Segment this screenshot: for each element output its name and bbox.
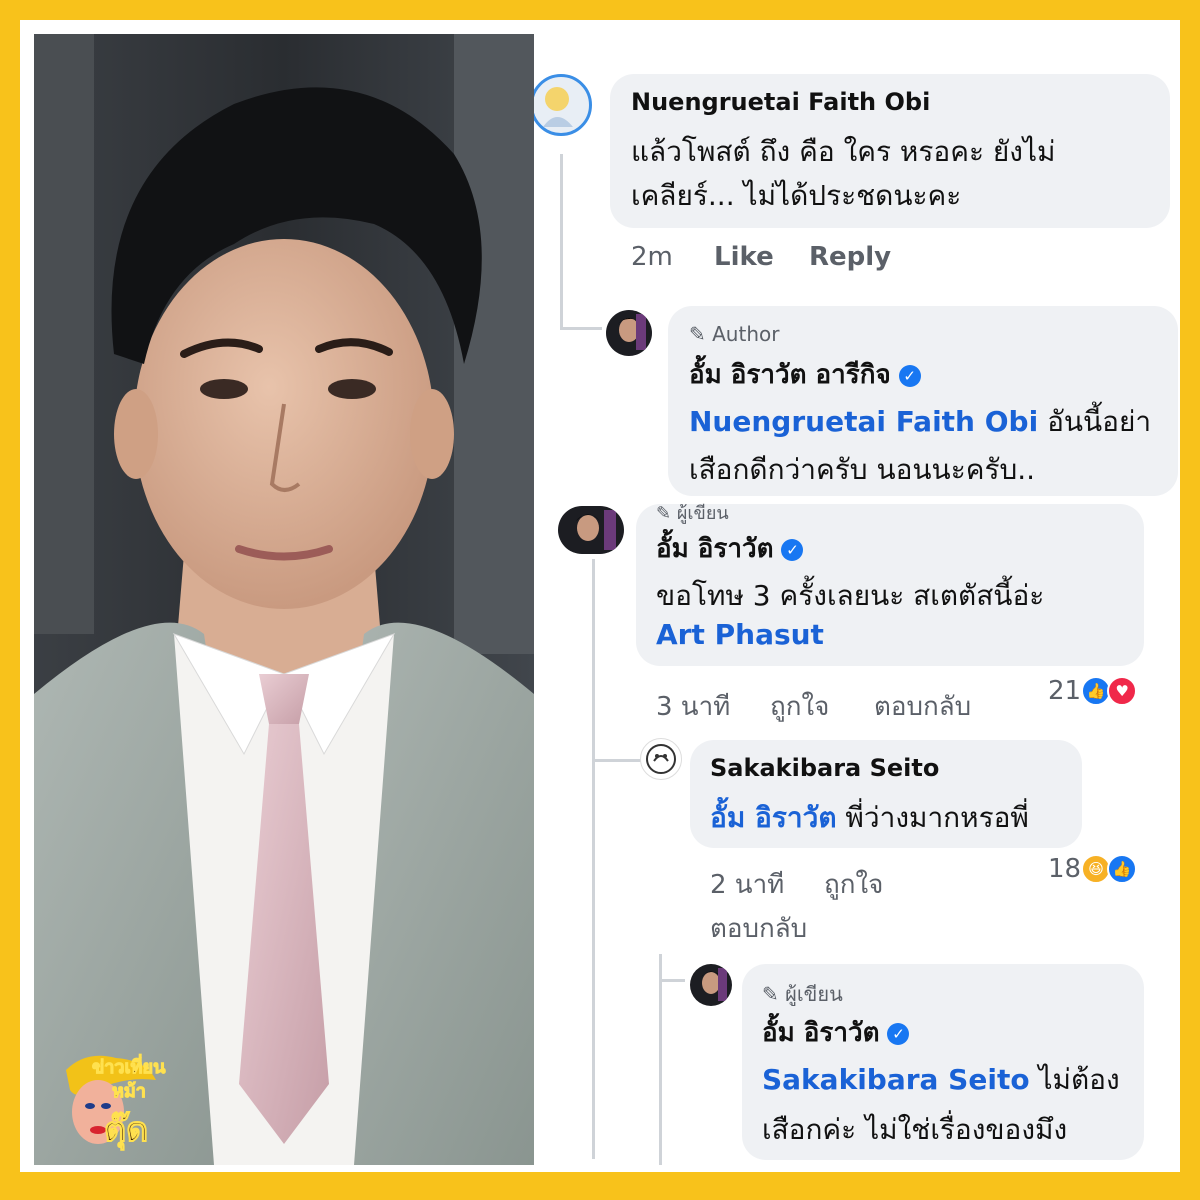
comment-author-name[interactable]: อั้ม อิราวัต อารีกิจ ✓: [689, 354, 921, 395]
author-name-text: อั้ม อิราวัต: [762, 1018, 880, 1048]
author-name-text: อั้ม อิราวัต: [656, 534, 774, 564]
like-reaction-icon: 👍: [1107, 854, 1138, 884]
comment-text: Nuengruetai Faith Obi อันนี้อย่า: [689, 400, 1151, 444]
avatar[interactable]: [640, 738, 682, 780]
thread-line: [560, 154, 563, 329]
reply-button[interactable]: ตอบกลับ: [710, 908, 807, 949]
logo-text-3: ตุ๊ด: [103, 1110, 149, 1151]
avatar[interactable]: [690, 964, 732, 1006]
comment-time[interactable]: 2 นาที: [710, 864, 784, 905]
mention-link[interactable]: Art Phasut: [656, 618, 824, 651]
comment-text-part: ไม่ต้อง: [1029, 1063, 1120, 1096]
comment-text: แล้วโพสต์ ถึง คือ ใคร หรอคะ ยังไม่: [631, 135, 1056, 168]
avatar[interactable]: [558, 506, 624, 554]
comment-author-name[interactable]: อั้ม อิราวัต ✓: [656, 528, 804, 569]
avatar[interactable]: [534, 74, 592, 136]
verified-badge-icon: ✓: [781, 538, 804, 561]
brand-logo: ข่าวเที่ยน หม้า ตุ๊ด: [56, 1050, 174, 1160]
author-badge: ✎ ผู้เขียน: [656, 498, 729, 527]
comment-text-part: อันนี้อย่า: [1038, 405, 1152, 438]
pencil-icon: ✎: [762, 982, 779, 1006]
comment-text: เสือกค่ะ ไม่ใช่เรื่องของมึง: [762, 1113, 1068, 1146]
pencil-icon: ✎: [656, 503, 672, 524]
reaction-count: 21: [1048, 676, 1082, 706]
reply-button[interactable]: Reply: [809, 242, 891, 272]
thread-line: [560, 327, 602, 330]
comment-text: Sakakibara Seito ไม่ต้อง: [762, 1058, 1120, 1102]
comment-text: เสือกดีกว่าครับ นอนนะครับ..: [689, 453, 1036, 486]
like-button[interactable]: ถูกใจ: [824, 864, 883, 905]
author-badge: ✎ Author: [689, 322, 779, 346]
reaction-summary[interactable]: 21 👍 ♥: [1048, 676, 1138, 706]
comment-time[interactable]: 2m: [631, 242, 673, 272]
mention-link[interactable]: Sakakibara Seito: [762, 1063, 1030, 1096]
author-name-text: อั้ม อิราวัต อารีกิจ: [689, 360, 891, 390]
like-button[interactable]: ถูกใจ: [770, 686, 829, 727]
logo-text-2: หม้า: [112, 1081, 147, 1103]
verified-badge-icon: ✓: [898, 364, 921, 387]
comment-text: อั้ม อิราวัต พี่ว่างมากหรอพี่: [710, 796, 1029, 840]
avatar[interactable]: [606, 310, 652, 356]
thread-line: [592, 559, 595, 1159]
thread-line: [659, 979, 685, 982]
author-badge-label: Author: [712, 322, 780, 346]
comment-author-name[interactable]: Nuengruetai Faith Obi: [631, 88, 930, 116]
portrait-photo: ข่าวเที่ยน หม้า ตุ๊ด: [34, 34, 534, 1165]
comment-text-part: พี่ว่างมากหรอพี่: [836, 801, 1029, 834]
author-badge-label: ผู้เขียน: [785, 982, 843, 1006]
comment-text: ขอโทษ 3 ครั้งเลยนะ สเตตัสนี้อ่ะ: [656, 579, 1045, 612]
comment-author-name[interactable]: Sakakibara Seito: [710, 754, 939, 782]
author-badge: ✎ ผู้เขียน: [762, 978, 843, 1010]
comment-time[interactable]: 3 นาที: [656, 686, 730, 727]
reaction-summary[interactable]: 18 😆 👍: [1048, 854, 1138, 884]
like-button[interactable]: Like: [714, 242, 774, 272]
comments-panel: Nuengruetai Faith Obi แล้วโพสต์ ถึง คือ …: [534, 34, 1180, 1165]
reaction-count: 18: [1048, 854, 1082, 884]
mention-link[interactable]: อั้ม อิราวัต: [710, 801, 837, 834]
love-reaction-icon: ♥: [1107, 676, 1138, 706]
verified-badge-icon: ✓: [887, 1022, 910, 1045]
comment-author-name[interactable]: อั้ม อิราวัต ✓: [762, 1012, 910, 1053]
mention-link[interactable]: Nuengruetai Faith Obi: [689, 405, 1038, 438]
comment-text: เคลียร์... ไม่ได้ประชดนะคะ: [631, 179, 962, 212]
pencil-icon: ✎: [689, 322, 706, 346]
thread-line: [659, 954, 662, 1165]
author-badge-label: ผู้เขียน: [676, 503, 729, 524]
reply-button[interactable]: ตอบกลับ: [874, 686, 971, 727]
